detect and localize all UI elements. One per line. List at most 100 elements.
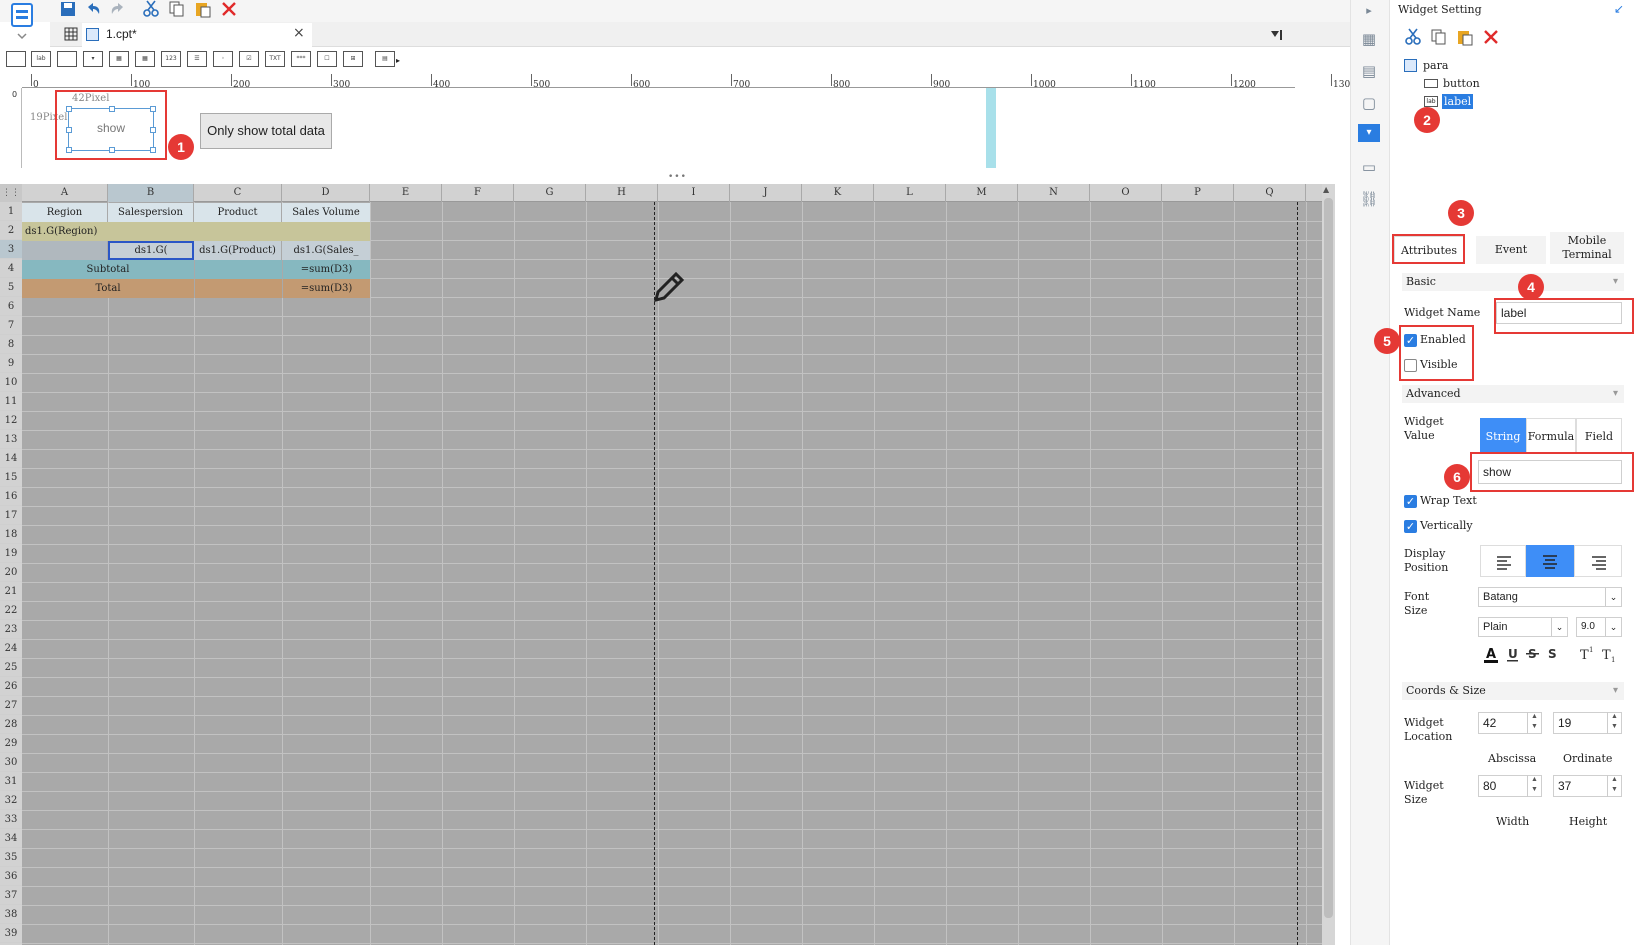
cell-c4[interactable] xyxy=(194,260,282,279)
font-name-select[interactable]: Batang ⌄ xyxy=(1478,587,1622,607)
widget-label-icon[interactable] xyxy=(6,51,26,67)
row-header[interactable]: 9 xyxy=(0,354,22,373)
paste-icon[interactable] xyxy=(192,0,214,20)
spinner-icon[interactable]: ▲ ▼ xyxy=(1527,775,1541,797)
row-header[interactable]: 13 xyxy=(0,430,22,449)
panel-copy-icon[interactable] xyxy=(1430,28,1448,46)
vertically-checkbox[interactable]: ✓ xyxy=(1404,520,1417,533)
row-header[interactable]: 8 xyxy=(0,335,22,354)
row-header[interactable]: 36 xyxy=(0,867,22,886)
row-header[interactable]: 18 xyxy=(0,525,22,544)
new-template-icon[interactable] xyxy=(64,27,78,41)
widget-date-icon[interactable]: ▦ xyxy=(109,51,129,67)
condition-attribute-icon[interactable]: ▭ xyxy=(1354,156,1384,178)
widget-password-icon[interactable]: *** xyxy=(291,51,311,67)
column-header-e[interactable]: E xyxy=(370,184,442,202)
subscript-icon[interactable]: T1 xyxy=(1600,645,1618,664)
row-header[interactable]: 32 xyxy=(0,791,22,810)
widget-checkbox-icon[interactable]: ☐ xyxy=(317,51,337,67)
row-header[interactable]: 17 xyxy=(0,506,22,525)
column-header-p[interactable]: P xyxy=(1162,184,1234,202)
select-all-corner[interactable]: ⋮⋮ xyxy=(0,184,22,202)
row-header[interactable]: 7 xyxy=(0,316,22,335)
row-header[interactable]: 29 xyxy=(0,734,22,753)
row-header[interactable]: 3 xyxy=(0,240,22,259)
column-header-l[interactable]: L xyxy=(874,184,946,202)
column-header-i[interactable]: I xyxy=(658,184,730,202)
cell-attribute-icon[interactable]: ▤ xyxy=(1354,60,1384,82)
column-header-o[interactable]: O xyxy=(1090,184,1162,202)
cell-a5[interactable]: Total xyxy=(22,279,194,298)
shadow-icon[interactable]: S xyxy=(1544,645,1562,663)
cell-b3[interactable]: ds1.G( xyxy=(108,241,194,260)
delete-icon[interactable] xyxy=(218,0,240,20)
copy-icon[interactable] xyxy=(166,0,188,20)
align-center-button[interactable] xyxy=(1526,545,1574,577)
row-header[interactable]: 25 xyxy=(0,658,22,677)
tab-list-icon[interactable] xyxy=(1270,29,1284,41)
app-menu-icon[interactable] xyxy=(8,2,38,42)
widget-grid-icon[interactable]: ▦ xyxy=(135,51,155,67)
pane-splitter-handle[interactable]: ••• xyxy=(668,172,687,182)
tab-file[interactable]: 1.cpt* × xyxy=(82,23,312,47)
row-header[interactable]: 39 xyxy=(0,924,22,943)
row-header[interactable]: 20 xyxy=(0,563,22,582)
panel-delete-icon[interactable] xyxy=(1482,28,1500,46)
cut-icon[interactable] xyxy=(140,0,162,20)
save-icon[interactable] xyxy=(57,0,79,20)
row-header[interactable]: 12 xyxy=(0,411,22,430)
row-header[interactable]: 11 xyxy=(0,392,22,411)
cell-a2[interactable]: ds1.G(Region) xyxy=(22,222,370,241)
collapse-arrow-icon[interactable]: ▸ xyxy=(1354,0,1384,22)
size-height-input[interactable]: 37 ▲ ▼ xyxy=(1553,775,1622,797)
column-header-g[interactable]: G xyxy=(514,184,586,202)
underline-icon[interactable]: U xyxy=(1504,645,1522,663)
spreadsheet-area[interactable]: ⋮⋮ ABCDEFGHIJKLMNOPQ 1 2 3 4 5 6 7 8 9 10 11 12 13 14… xyxy=(0,184,1335,945)
wrap-text-checkbox[interactable]: ✓ xyxy=(1404,495,1417,508)
cell-d5[interactable]: =sum(D3) xyxy=(282,279,370,298)
widget-textarea-icon[interactable]: TXT xyxy=(265,51,285,67)
cell-d4[interactable]: =sum(D3) xyxy=(282,260,370,279)
row-header[interactable]: 22 xyxy=(0,601,22,620)
column-header-h[interactable]: H xyxy=(586,184,658,202)
param-pane-right-boundary[interactable] xyxy=(986,88,996,168)
tab-close-button[interactable]: × xyxy=(293,25,305,41)
row-header[interactable]: 23 xyxy=(0,620,22,639)
row-header[interactable]: 37 xyxy=(0,886,22,905)
section-basic[interactable]: Basic ▾ xyxy=(1402,273,1624,291)
row-header[interactable]: 24 xyxy=(0,639,22,658)
cell-element-icon[interactable]: ▦ xyxy=(1354,28,1384,50)
cell-d3[interactable]: ds1.G(Sales_ xyxy=(282,241,370,260)
row-header[interactable]: 34 xyxy=(0,829,22,848)
panel-cut-icon[interactable] xyxy=(1404,28,1422,46)
undo-icon[interactable] xyxy=(82,0,104,20)
widget-tree-icon[interactable]: ⊞ xyxy=(343,51,363,67)
widget-more-icon[interactable]: ▤ xyxy=(375,51,395,67)
section-coords-size[interactable]: Coords & Size ▾ xyxy=(1402,682,1624,700)
row-header[interactable]: 19 xyxy=(0,544,22,563)
widget-setting-icon[interactable]: ▾ xyxy=(1358,124,1380,142)
widget-combobox-icon[interactable]: ▾ xyxy=(83,51,103,67)
widget-text-icon[interactable]: lab xyxy=(31,51,51,67)
widget-button-icon[interactable] xyxy=(57,51,77,67)
value-mode-field[interactable]: Field xyxy=(1576,418,1622,454)
cell-c1[interactable]: Product xyxy=(194,203,282,222)
column-header-m[interactable]: M xyxy=(946,184,1018,202)
row-header[interactable]: 21 xyxy=(0,582,22,601)
section-advanced[interactable]: Advanced ▾ xyxy=(1402,385,1624,403)
align-right-button[interactable] xyxy=(1574,545,1622,577)
row-header[interactable]: 4 xyxy=(0,259,22,278)
column-header-a[interactable]: A xyxy=(22,184,108,202)
row-header[interactable]: 27 xyxy=(0,696,22,715)
value-mode-string[interactable]: String xyxy=(1480,418,1526,454)
panel-paste-icon[interactable] xyxy=(1456,28,1474,46)
superscript-icon[interactable]: T1 xyxy=(1578,645,1596,663)
widget-number-icon[interactable]: 123 xyxy=(161,51,181,67)
widget-radio-group-icon[interactable]: ◦ xyxy=(213,51,233,67)
row-header[interactable]: 2 xyxy=(0,221,22,240)
panel-pin-icon[interactable]: ↙ xyxy=(1614,2,1624,16)
row-header[interactable]: 1 xyxy=(0,202,22,221)
row-header[interactable]: 35 xyxy=(0,848,22,867)
location-x-input[interactable]: 42 ▲ ▼ xyxy=(1478,712,1542,734)
location-y-input[interactable]: 19 ▲ ▼ xyxy=(1553,712,1622,734)
